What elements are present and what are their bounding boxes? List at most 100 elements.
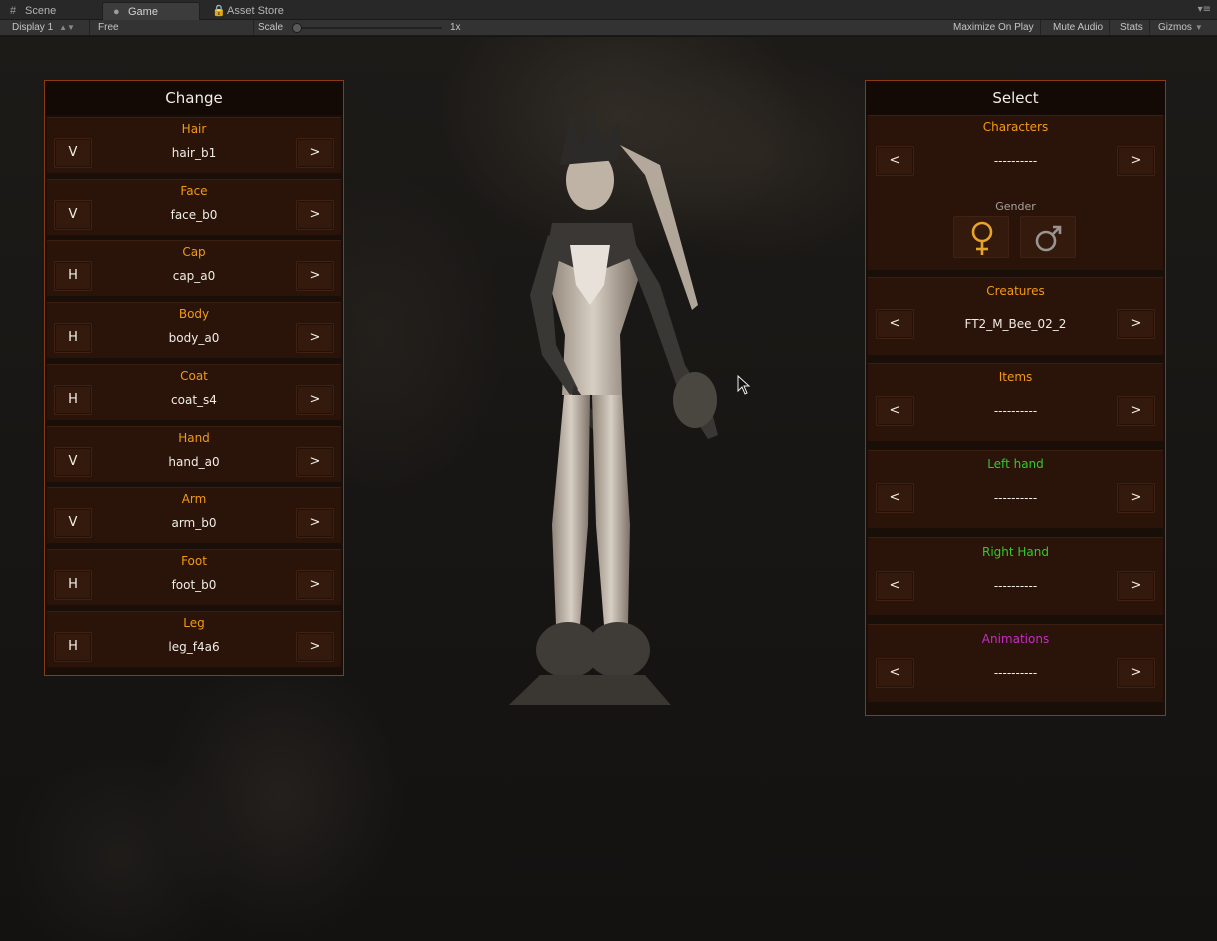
cap-label: Cap <box>182 245 206 260</box>
items-next-button[interactable]: > <box>1117 396 1155 426</box>
scale-slider-track[interactable] <box>300 27 442 29</box>
leg-value: leg_f4a6 <box>168 639 220 654</box>
left-hand-next-button[interactable]: > <box>1117 483 1155 513</box>
right-hand-value: ---------- <box>993 579 1038 593</box>
animations-value: ---------- <box>993 666 1038 680</box>
scale-label: Scale <box>258 22 284 33</box>
right-hand-label: Right Hand <box>981 545 1049 559</box>
items-label: Items <box>998 370 1033 384</box>
foot-label: Foot <box>181 553 207 568</box>
animations-next-button[interactable]: > <box>1117 658 1155 688</box>
characters-section: Characters < ---------- > Gender <box>868 115 1163 270</box>
creatures-next-button[interactable]: > <box>1117 309 1155 339</box>
hair-row: Hair Vhair_b1 > <box>47 117 341 173</box>
hand-label: Hand <box>178 430 210 445</box>
female-gender-button[interactable] <box>953 216 1009 258</box>
creatures-section: Creatures < FT2_M_Bee_02_2 > <box>868 277 1163 355</box>
left-hand-label: Left hand <box>987 457 1044 471</box>
coat-value: coat_s4 <box>171 392 217 407</box>
male-symbol-icon <box>1035 225 1062 252</box>
female-symbol-icon <box>971 221 993 255</box>
select-panel-title: Select <box>866 81 1165 115</box>
male-gender-button[interactable] <box>1020 216 1076 258</box>
characters-next-button[interactable]: > <box>1117 146 1155 176</box>
hand-visibility-toggle-button[interactable]: V <box>54 446 92 477</box>
right-hand-section: Right Hand < ---------- > <box>868 537 1163 615</box>
stats-toggle[interactable]: Stats <box>1114 20 1150 35</box>
tab-menu-icon[interactable]: ▾≡ <box>1198 4 1211 15</box>
tab-scene[interactable]: # Scene <box>0 2 100 20</box>
coat-row: Coat Hcoat_s4 > <box>47 363 341 420</box>
animations-prev-button[interactable]: < <box>876 658 914 688</box>
characters-label: Characters <box>982 120 1049 134</box>
foot-value: foot_b0 <box>171 577 217 592</box>
foot-visibility-toggle-button[interactable]: H <box>54 569 92 600</box>
face-value: face_b0 <box>170 207 218 222</box>
arm-value: arm_b0 <box>171 516 217 531</box>
hair-visibility-toggle-button[interactable]: V <box>54 138 92 168</box>
mute-audio-toggle[interactable]: Mute Audio <box>1047 20 1111 35</box>
leg-visibility-toggle-button[interactable]: H <box>54 631 92 662</box>
mouse-cursor-icon <box>737 375 751 395</box>
creatures-value: FT2_M_Bee_02_2 <box>964 317 1067 331</box>
game-icon: ● <box>113 6 120 18</box>
game-toolbar: Display 1▲▼ Free Aspect▲▼ Scale 1x Maxim… <box>0 20 1217 48</box>
grid-icon: # <box>10 5 17 17</box>
body-value: body_a0 <box>168 331 220 346</box>
foot-row: Foot Hfoot_b0 > <box>47 548 341 605</box>
right-hand-prev-button[interactable]: < <box>876 571 914 601</box>
animations-label: Animations <box>981 632 1050 646</box>
tab-game[interactable]: ● Game <box>102 2 200 20</box>
gender-label: Gender <box>995 200 1036 213</box>
editor-tab-bar: # Scene ● Game 🔒Asset Store ▾≡ <box>0 0 1217 20</box>
face-next-button[interactable]: > <box>296 199 334 230</box>
face-row: Face Vface_b0 > <box>47 178 341 235</box>
scale-slider-handle[interactable] <box>292 23 302 33</box>
foot-next-button[interactable]: > <box>296 569 334 600</box>
items-section: Items < ---------- > <box>868 363 1163 441</box>
body-visibility-toggle-button[interactable]: H <box>54 323 92 354</box>
cap-visibility-toggle-button[interactable]: H <box>54 261 92 292</box>
arm-label: Arm <box>181 492 207 507</box>
aspect-dropdown[interactable]: Free Aspect▲▼ <box>92 20 254 48</box>
items-value: ---------- <box>993 404 1038 418</box>
game-viewport[interactable]: Change Hair Vhair_b1 > Face Vface_b0 > Cap Hcap… <box>0 37 1217 941</box>
change-panel-title: Change <box>45 81 343 115</box>
characters-value: ---------- <box>993 154 1038 168</box>
lock-icon: 🔒 <box>212 5 226 17</box>
hand-next-button[interactable]: > <box>296 446 334 477</box>
select-panel: Select Characters < ---------- > Gender <box>865 80 1166 716</box>
left-hand-prev-button[interactable]: < <box>876 483 914 513</box>
leg-label: Leg <box>183 615 205 630</box>
display-dropdown[interactable]: Display 1 ▲▼ <box>6 20 90 35</box>
chevron-down-icon: ▼ <box>1194 23 1203 32</box>
face-visibility-toggle-button[interactable]: V <box>54 199 92 230</box>
coat-next-button[interactable]: > <box>296 384 334 415</box>
character-model <box>508 110 718 705</box>
leg-next-button[interactable]: > <box>296 631 334 662</box>
change-panel: Change Hair Vhair_b1 > Face Vface_b0 > Cap Hcap… <box>44 80 344 676</box>
cap-value: cap_a0 <box>172 269 216 284</box>
arm-next-button[interactable]: > <box>296 508 334 539</box>
left-hand-section: Left hand < ---------- > <box>868 450 1163 528</box>
tab-asset-store[interactable]: 🔒Asset Store <box>202 2 322 20</box>
items-prev-button[interactable]: < <box>876 396 914 426</box>
characters-prev-button[interactable]: < <box>876 146 914 176</box>
coat-visibility-toggle-button[interactable]: H <box>54 384 92 415</box>
cap-next-button[interactable]: > <box>296 261 334 292</box>
body-next-button[interactable]: > <box>296 323 334 354</box>
face-label: Face <box>180 183 208 198</box>
hair-label: Hair <box>181 122 207 136</box>
maximize-on-play-toggle[interactable]: Maximize On Play <box>947 20 1041 35</box>
hair-next-button[interactable]: > <box>296 138 334 168</box>
hand-value: hand_a0 <box>168 454 220 469</box>
right-hand-next-button[interactable]: > <box>1117 571 1155 601</box>
body-row: Body Hbody_a0 > <box>47 302 341 359</box>
arm-row: Arm Varm_b0 > <box>47 487 341 544</box>
coat-label: Coat <box>180 368 208 383</box>
gizmos-dropdown[interactable]: Gizmos ▼ <box>1152 20 1209 35</box>
creatures-prev-button[interactable]: < <box>876 309 914 339</box>
leg-row: Leg Hleg_f4a6 > <box>47 610 341 667</box>
arm-visibility-toggle-button[interactable]: V <box>54 508 92 539</box>
hair-value: hair_b1 <box>171 146 217 160</box>
